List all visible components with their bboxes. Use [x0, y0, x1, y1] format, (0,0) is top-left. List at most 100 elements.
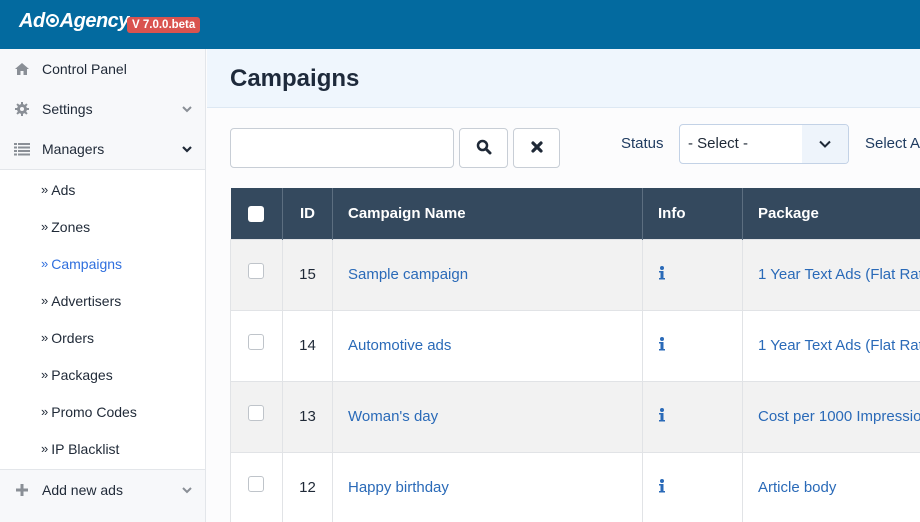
package-cell: Cost per 1000 Impressions [742, 380, 920, 453]
table-row: 12 Happy birthday Article body [230, 451, 920, 522]
info-cell [642, 309, 743, 382]
sidebar-item-control-panel[interactable]: Control Panel [0, 49, 205, 89]
campaign-name-link[interactable]: Automotive ads [348, 337, 451, 354]
list-icon [14, 141, 30, 157]
sidebar-subitem-advertisers[interactable]: » Advertisers [0, 282, 205, 319]
row-select-cell [230, 451, 283, 522]
double-chevron-right-icon: » [41, 256, 49, 271]
row-checkbox[interactable] [248, 405, 264, 422]
sidebar-item-add-new-ads[interactable]: Add new ads [0, 470, 205, 510]
column-header-campaign-name[interactable]: Campaign Name [332, 188, 643, 239]
page-title: Campaigns [230, 65, 360, 92]
table-header-row: ID Campaign Name Info Package [230, 188, 920, 239]
row-select-cell [230, 238, 283, 311]
select-all-header [230, 188, 283, 239]
info-icon[interactable] [658, 336, 666, 355]
package-link[interactable]: Cost per 1000 Impressions [758, 408, 920, 425]
logo-text-ad: Ad [19, 10, 45, 32]
double-chevron-right-icon: » [41, 367, 49, 382]
row-checkbox[interactable] [248, 476, 264, 493]
campaign-name-cell: Automotive ads [332, 309, 643, 382]
target-icon [45, 14, 59, 28]
double-chevron-right-icon: » [41, 182, 49, 197]
clear-search-button[interactable] [513, 128, 560, 168]
top-bar: Ad Agency V 7.0.0.beta [0, 0, 920, 49]
campaign-name-cell: Woman's day [332, 380, 643, 453]
home-icon [14, 61, 30, 77]
sidebar-subitem-zones[interactable]: » Zones [0, 208, 205, 245]
sidebar-subitem-packages[interactable]: » Packages [0, 356, 205, 393]
logo-text-agency: Agency [59, 10, 130, 32]
double-chevron-right-icon: » [41, 404, 49, 419]
info-icon[interactable] [658, 478, 666, 497]
info-icon[interactable] [658, 265, 666, 284]
campaign-name-link[interactable]: Woman's day [348, 408, 438, 425]
campaign-name-cell: Sample campaign [332, 238, 643, 311]
table-row: 14 Automotive ads 1 Year Text Ads (Flat … [230, 309, 920, 382]
campaign-id: 15 [282, 238, 333, 311]
row-checkbox[interactable] [248, 334, 264, 351]
subitem-label: Packages [51, 366, 113, 383]
subitem-label: Ads [51, 181, 76, 198]
close-icon [530, 140, 543, 156]
status-select-value: - Select - [688, 135, 749, 152]
status-filter-label: Status [621, 135, 664, 152]
chevron-down-icon[interactable] [181, 142, 193, 154]
sidebar-subitem-promo-codes[interactable]: » Promo Codes [0, 393, 205, 430]
subitem-label: Campaigns [51, 255, 123, 272]
search-button[interactable] [459, 128, 508, 168]
table-row: 15 Sample campaign 1 Year Text Ads (Flat… [230, 238, 920, 311]
campaign-id: 12 [282, 451, 333, 522]
subitem-label: IP Blacklist [51, 440, 120, 457]
sidebar-item-settings[interactable]: Settings [0, 89, 205, 129]
subitem-label: Orders [51, 329, 95, 346]
search-input[interactable] [230, 128, 454, 168]
campaign-name-cell: Happy birthday [332, 451, 643, 522]
double-chevron-right-icon: » [41, 330, 49, 345]
chevron-down-icon [802, 125, 848, 163]
select-all-checkbox[interactable] [247, 205, 264, 222]
plus-icon [14, 482, 30, 498]
column-header-id[interactable]: ID [282, 188, 333, 239]
version-badge: V 7.0.0.beta [127, 17, 201, 33]
chevron-down-icon[interactable] [181, 102, 193, 114]
double-chevron-right-icon: » [41, 441, 49, 456]
subitem-label: Advertisers [51, 292, 122, 309]
package-link[interactable]: Article body [758, 479, 836, 496]
chevron-down-icon[interactable] [181, 483, 193, 495]
package-cell: 1 Year Text Ads (Flat Rate) [742, 309, 920, 382]
main-content: Campaigns Status - Select - Select A ID … [207, 49, 920, 522]
campaign-id: 13 [282, 380, 333, 453]
campaigns-table: ID Campaign Name Info Package 15 Sample … [230, 188, 920, 522]
sidebar-subitem-ip-blacklist[interactable]: » IP Blacklist [0, 430, 205, 467]
sidebar-subitem-orders[interactable]: » Orders [0, 319, 205, 356]
sidebar-subitem-ads[interactable]: » Ads [0, 171, 205, 208]
campaign-name-link[interactable]: Sample campaign [348, 266, 468, 283]
info-cell [642, 451, 743, 522]
package-link[interactable]: 1 Year Text Ads (Flat Rate) [758, 337, 920, 354]
double-chevron-right-icon: » [41, 293, 49, 308]
sidebar-subitem-campaigns[interactable]: » Campaigns [0, 245, 205, 282]
row-select-cell [230, 309, 283, 382]
status-select[interactable]: - Select - [679, 124, 849, 164]
column-header-info: Info [642, 188, 743, 239]
package-cell: Article body [742, 451, 920, 522]
info-icon[interactable] [658, 407, 666, 426]
sidebar-item-label: Control Panel [42, 61, 127, 77]
advertiser-filter-label: Select A [865, 135, 920, 152]
managers-submenu: » Ads » Zones » Campaigns » Advertisers » Ord… [0, 169, 205, 470]
table-row: 13 Woman's day Cost per 1000 Impressions [230, 380, 920, 453]
package-link[interactable]: 1 Year Text Ads (Flat Rate) [758, 266, 920, 283]
row-checkbox[interactable] [248, 263, 264, 280]
campaign-name-link[interactable]: Happy birthday [348, 479, 449, 496]
gear-icon [14, 101, 30, 117]
campaign-id: 14 [282, 309, 333, 382]
sidebar: Control Panel Settings Managers » Ads » Zo… [0, 49, 206, 522]
sidebar-item-managers[interactable]: Managers [0, 129, 205, 169]
search-icon [476, 139, 492, 158]
sidebar-item-label: Managers [42, 141, 105, 157]
double-chevron-right-icon: » [41, 219, 49, 234]
app-logo[interactable]: Ad Agency [19, 10, 129, 33]
column-header-package[interactable]: Package [742, 188, 920, 239]
sidebar-item-label: Settings [42, 101, 93, 117]
